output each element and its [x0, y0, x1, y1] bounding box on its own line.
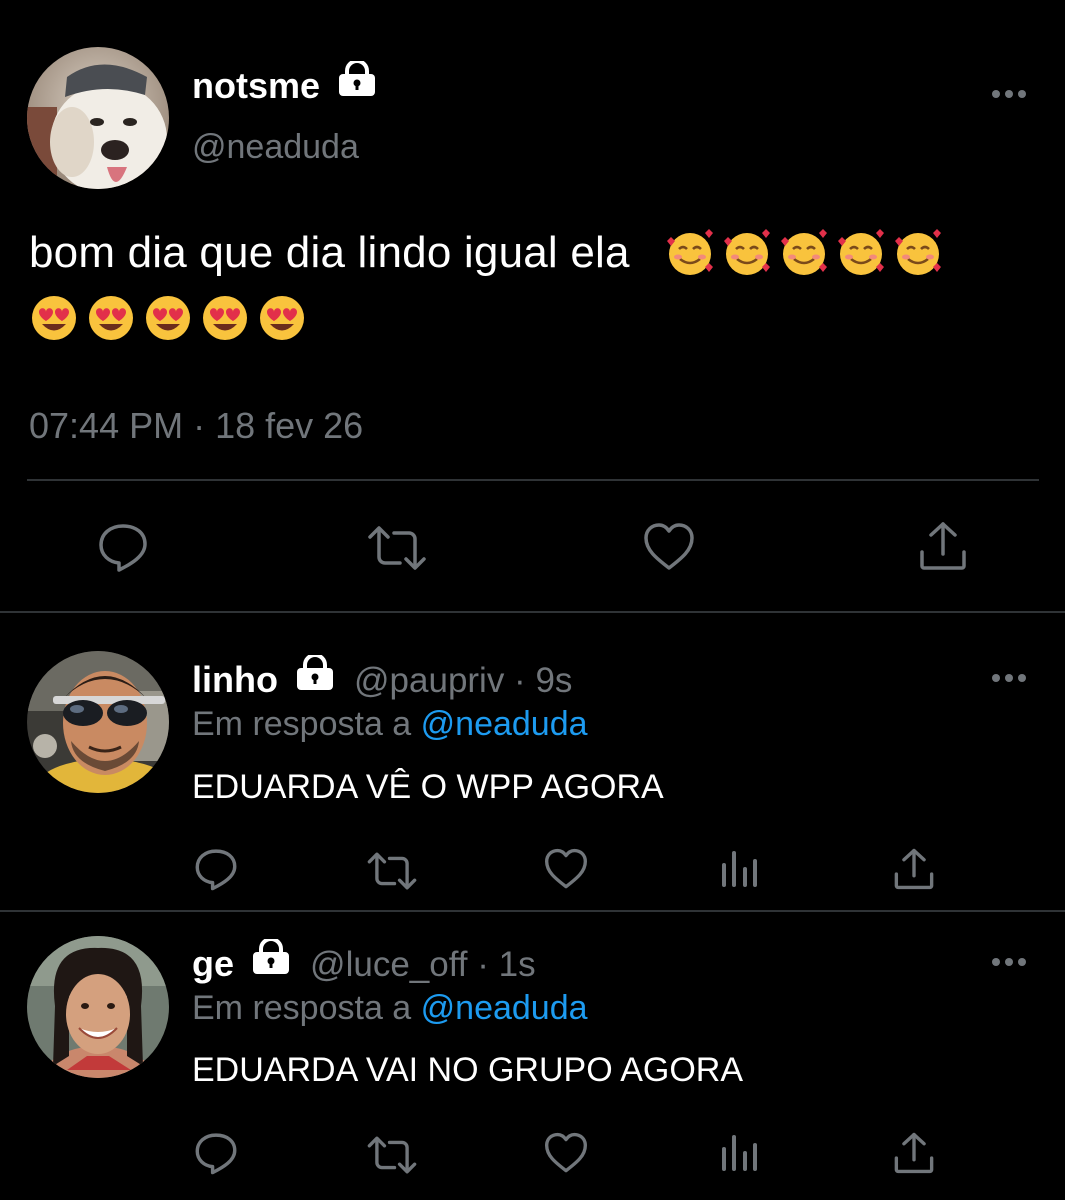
smiling-face-with-hearts-icon: [666, 229, 713, 275]
display-name[interactable]: ge @luce_off · 1s: [192, 937, 536, 987]
mention-link[interactable]: @neaduda: [421, 989, 588, 1027]
retweet-icon[interactable]: [366, 523, 428, 573]
reply-icon[interactable]: [96, 520, 150, 574]
share-icon[interactable]: [893, 847, 935, 891]
avatar[interactable]: [27, 651, 169, 793]
reply-icon[interactable]: [193, 846, 239, 892]
mention-link[interactable]: @neaduda: [421, 705, 588, 743]
heart-eyes-icon: [89, 296, 133, 340]
share-icon[interactable]: [893, 1131, 935, 1175]
lock-icon: [252, 937, 290, 985]
heart-eyes-icon: [203, 296, 247, 340]
avatar[interactable]: [27, 936, 169, 1078]
more-options-icon[interactable]: [990, 86, 1030, 102]
like-icon[interactable]: [543, 1132, 589, 1174]
reply-icon[interactable]: [193, 1130, 239, 1176]
tweet-text-content: bom dia que dia lindo igual ela: [29, 228, 630, 277]
reply-context: Em resposta a @neaduda: [192, 703, 588, 745]
display-name-text[interactable]: notsme: [192, 65, 320, 106]
heart-eyes-icon: [32, 296, 76, 340]
tweet-timestamp[interactable]: 07:44 PM · 18 fev 26: [29, 404, 363, 448]
like-icon[interactable]: [642, 522, 696, 572]
display-name-text[interactable]: ge: [192, 943, 234, 984]
display-name[interactable]: notsme: [192, 59, 376, 108]
tweet-text: bom dia que dia lindo igual ela: [29, 220, 1039, 352]
more-options-icon[interactable]: [990, 670, 1030, 686]
reply-prefix: Em resposta a: [192, 989, 421, 1027]
handle[interactable]: @paupriv · 9s: [354, 661, 572, 700]
handle[interactable]: @neaduda: [192, 126, 359, 168]
divider: [27, 479, 1039, 481]
like-icon[interactable]: [543, 848, 589, 890]
retweet-icon[interactable]: [366, 1134, 418, 1176]
emoji-row-1: [665, 228, 950, 277]
retweet-icon[interactable]: [366, 850, 418, 892]
tweet-text: EDUARDA VAI NO GRUPO AGORA: [192, 1051, 744, 1089]
reply-prefix: Em resposta a: [192, 705, 421, 743]
smiling-face-with-hearts-icon: [780, 229, 827, 275]
main-tweet: notsme @neaduda bom dia que dia lindo ig…: [0, 0, 1065, 613]
lock-icon: [296, 653, 334, 701]
avatar[interactable]: [27, 47, 169, 189]
emoji-row-2: [29, 294, 314, 343]
display-name[interactable]: linho @paupriv · 9s: [192, 653, 572, 703]
share-icon[interactable]: [918, 520, 968, 572]
lock-icon: [338, 59, 376, 107]
reply-tweet: linho @paupriv · 9s Em resposta a @neadu…: [0, 613, 1065, 910]
heart-eyes-icon: [146, 296, 190, 340]
display-name-text[interactable]: linho: [192, 659, 278, 700]
more-options-icon[interactable]: [990, 954, 1030, 970]
analytics-icon[interactable]: [720, 849, 760, 889]
analytics-icon[interactable]: [720, 1133, 760, 1173]
handle[interactable]: @luce_off · 1s: [310, 945, 536, 984]
smiling-face-with-hearts-icon: [894, 229, 941, 275]
smiling-face-with-hearts-icon: [723, 229, 770, 275]
reply-tweet: ge @luce_off · 1s Em resposta a @neaduda…: [0, 912, 1065, 1200]
reply-context: Em resposta a @neaduda: [192, 987, 588, 1029]
smiling-face-with-hearts-icon: [837, 229, 884, 275]
tweet-text: EDUARDA VÊ O WPP AGORA: [192, 768, 664, 806]
heart-eyes-icon: [260, 296, 304, 340]
